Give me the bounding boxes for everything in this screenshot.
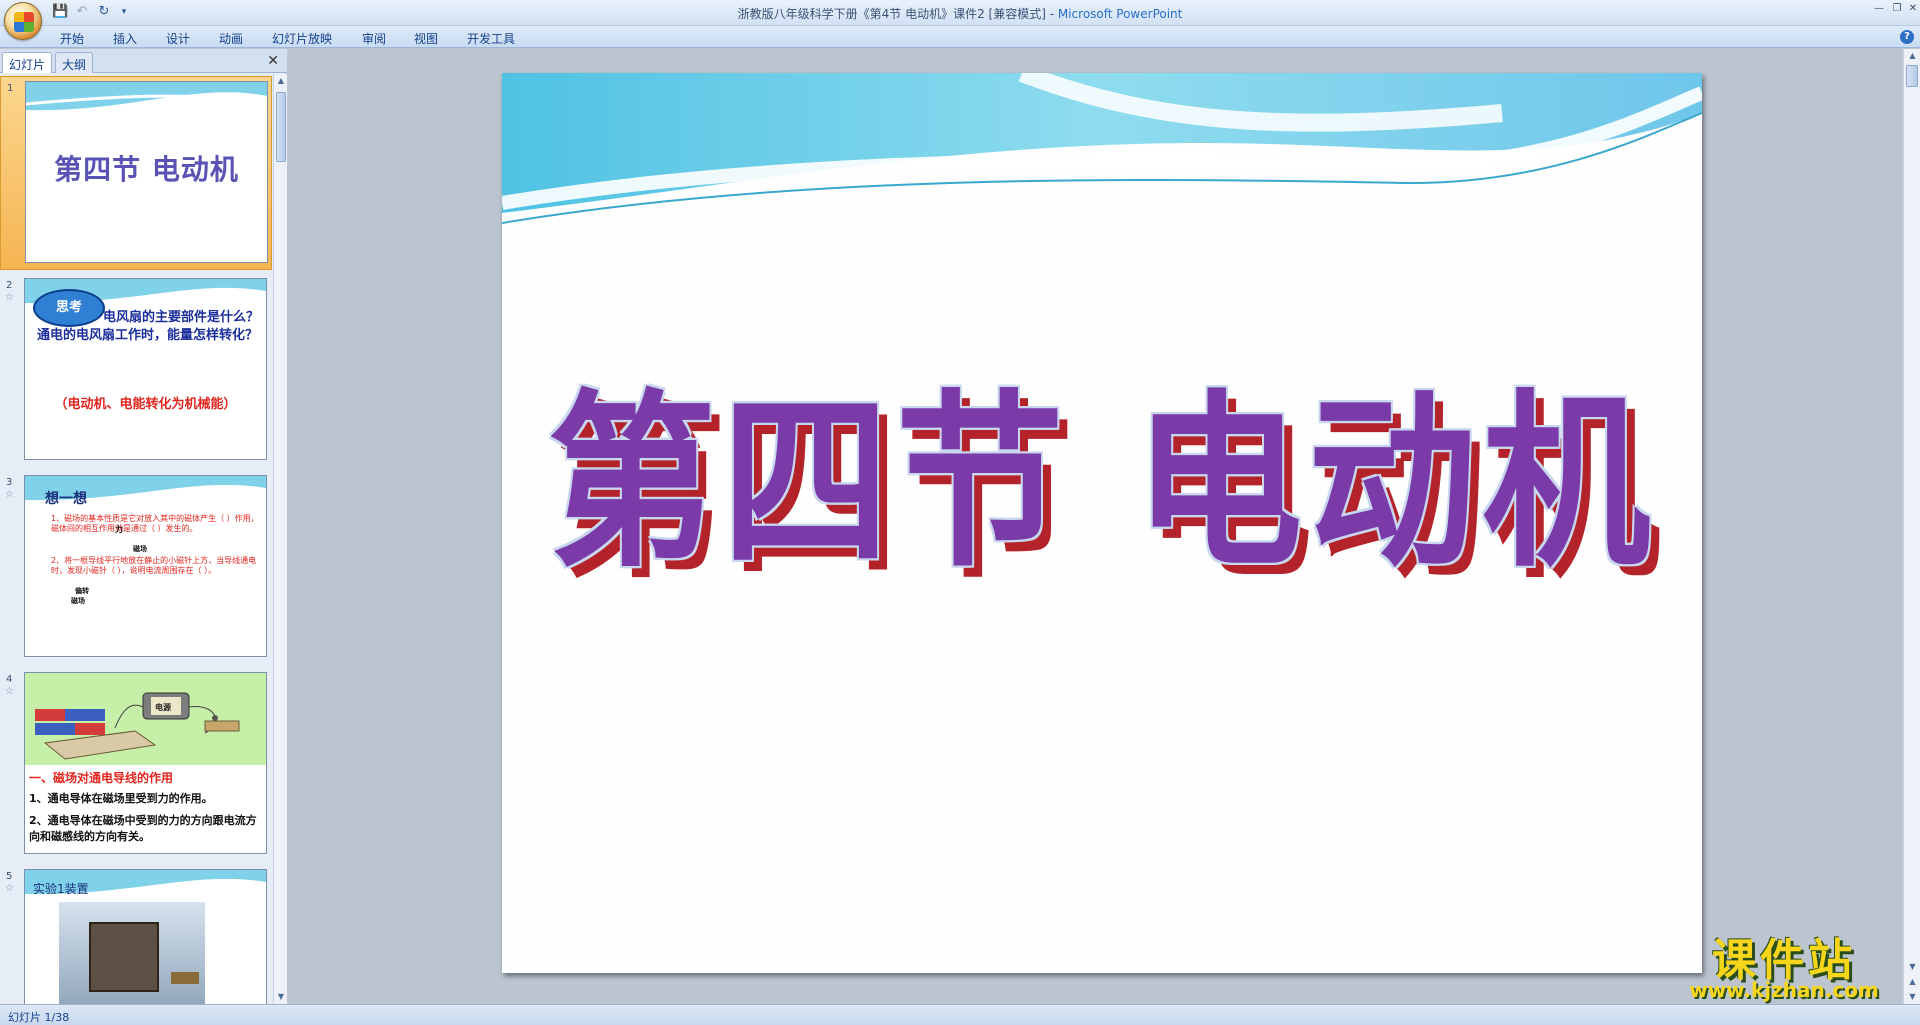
slide-wave-header: [502, 73, 1702, 224]
help-icon[interactable]: ?: [1900, 30, 1914, 44]
previous-slide-icon[interactable]: ▲: [1904, 975, 1920, 989]
thumbnail-slide: 电源 一、磁场对通电导线的作用 1、通电导体在磁场里受到力的作用。 2、通电导体…: [24, 672, 267, 854]
answer-3: 偏转: [75, 587, 89, 595]
thumbnail-number: 3: [6, 477, 13, 488]
app-name: Microsoft PowerPoint: [1057, 7, 1183, 21]
thumbnail-list: 1 第四节 电动机 2 ☆ 思考 电风扇的主要部件是什么？通电的电风扇工作时，能…: [0, 74, 272, 1004]
wave-decoration: [26, 82, 267, 111]
animation-star-icon: ☆: [5, 686, 14, 697]
tab-review[interactable]: 审阅: [362, 30, 386, 47]
pane-scroll-thumb[interactable]: [276, 92, 286, 162]
animation-star-icon: ☆: [5, 292, 14, 303]
slide-counter: 幻灯片 1/38: [8, 1011, 70, 1024]
editor-scroll-thumb[interactable]: [1906, 65, 1918, 87]
office-logo-icon: [14, 12, 34, 32]
animation-star-icon: ☆: [5, 883, 14, 894]
status-bar: 幻灯片 1/38: [0, 1004, 1920, 1025]
editor-scrollbar[interactable]: ▲ ▼ ▲ ▼: [1903, 49, 1920, 1004]
scroll-down-icon[interactable]: ▼: [1904, 960, 1920, 974]
thumbnail-3[interactable]: 3 ☆ 想一想 1、磁场的基本性质是它对放入其中的磁体产生（ ）作用，磁体间的相…: [0, 471, 272, 665]
document-title: 浙教版八年级科学下册《第4节 电动机》课件2 [兼容模式] -: [737, 7, 1058, 21]
point-2-text: 2、通电导体在磁场中受到的力的方向跟电流方向和磁感线的方向有关。: [29, 814, 257, 843]
ribbon-tabs: 开始 插入 设计 动画 幻灯片放映 审阅 视图 开发工具 ?: [0, 26, 1920, 48]
tab-insert[interactable]: 插入: [113, 30, 137, 47]
apparatus-photo: [59, 902, 205, 1004]
thumbnail-slide: 实验1装置: [24, 869, 267, 1004]
animation-star-icon: ☆: [5, 489, 14, 500]
thumbnail-number: 2: [6, 280, 13, 291]
slide-editor: 第四节 电动机: [288, 49, 1902, 1004]
circuit-diagram: [35, 692, 240, 760]
tab-developer[interactable]: 开发工具: [467, 30, 515, 47]
close-button[interactable]: ✕: [1904, 2, 1920, 16]
thumbnail-2[interactable]: 2 ☆ 思考 电风扇的主要部件是什么？通电的电风扇工作时，能量怎样转化？ （电动…: [0, 274, 272, 468]
thumbnail-number: 5: [6, 871, 13, 882]
watermark-logo: 课件站 www.kjzhan.com: [1666, 924, 1902, 1006]
answer-4: 磁场: [71, 597, 85, 605]
question-text: 电风扇的主要部件是什么？通电的电风扇工作时，能量怎样转化？: [37, 310, 260, 343]
title-bar: 💾 ↶ ↻ ▾ 浙教版八年级科学下册《第4节 电动机》课件2 [兼容模式] - …: [0, 0, 1920, 40]
point-1-text: 1、通电导体在磁场里受到力的作用。: [29, 792, 213, 805]
answer-1: 力: [115, 525, 123, 534]
pane-tab-strip: 幻灯片 大纲 ✕: [0, 49, 287, 73]
tab-animation[interactable]: 动画: [219, 30, 243, 47]
answer-2: 磁场: [133, 545, 147, 553]
thumbnail-number: 1: [7, 83, 14, 94]
answer-text: （电动机、电能转化为机械能）: [54, 397, 237, 412]
watermark-url: www.kjzhan.com: [1689, 978, 1879, 1002]
power-label: 电源: [155, 703, 171, 712]
tab-slideshow[interactable]: 幻灯片放映: [272, 30, 332, 47]
slides-pane: 幻灯片 大纲 ✕ 1 第四节 电动机 2 ☆ 思考 电风扇的主要部件是什么？通电…: [0, 49, 287, 1004]
bullet-1-text: 1、磁场的基本性质是它对放入其中的磁体产生（ ）作用，磁体间的相互作用就是通过（…: [51, 514, 259, 533]
thumbnail-title: 第四节 电动机: [54, 153, 239, 186]
scroll-up-icon[interactable]: ▲: [274, 74, 288, 88]
slide-title[interactable]: 第四节 电动机: [502, 382, 1702, 584]
thumbnail-number: 4: [6, 674, 13, 685]
tab-view[interactable]: 视图: [414, 30, 438, 47]
experiment-illustration: 电源: [25, 673, 266, 765]
office-button[interactable]: [4, 2, 42, 40]
thumbnail-heading: 一、磁场对通电导线的作用: [29, 771, 174, 785]
thumbnail-4[interactable]: 4 ☆ 电源 一、磁场对通电导线的作用 1、通电导体在磁场里受到力的作用。 2、…: [0, 668, 272, 862]
thumbnail-5[interactable]: 5 ☆ 实验1装置: [0, 865, 272, 1004]
tab-slides[interactable]: 幻灯片: [2, 52, 53, 73]
thumbnail-slide: 第四节 电动机: [25, 81, 268, 263]
thumbnail-slide: 思考 电风扇的主要部件是什么？通电的电风扇工作时，能量怎样转化？ （电动机、电能…: [24, 278, 267, 460]
thumbnail-heading: 实验1装置: [33, 882, 89, 896]
window-title: 浙教版八年级科学下册《第4节 电动机》课件2 [兼容模式] - Microsof…: [0, 5, 1920, 22]
bullet-2-text: 2、将一根导线平行地放在静止的小磁针上方，当导线通电时，发现小磁针（ ），说明电…: [51, 556, 257, 575]
pane-scrollbar[interactable]: ▲ ▼: [273, 74, 287, 1004]
scroll-down-icon[interactable]: ▼: [274, 990, 288, 1004]
tab-home[interactable]: 开始: [60, 30, 84, 47]
thumbnail-slide: 想一想 1、磁场的基本性质是它对放入其中的磁体产生（ ）作用，磁体间的相互作用就…: [24, 475, 267, 657]
scroll-up-icon[interactable]: ▲: [1904, 49, 1920, 63]
thumbnail-1[interactable]: 1 第四节 电动机: [0, 76, 272, 270]
tab-design[interactable]: 设计: [166, 30, 190, 47]
tab-outline[interactable]: 大纲: [55, 52, 94, 73]
next-slide-icon[interactable]: ▼: [1904, 990, 1920, 1004]
current-slide[interactable]: 第四节 电动机: [502, 73, 1702, 973]
thumbnail-heading: 想一想: [45, 491, 87, 507]
minimize-button[interactable]: —: [1870, 2, 1888, 16]
close-pane-icon[interactable]: ✕: [267, 53, 279, 69]
